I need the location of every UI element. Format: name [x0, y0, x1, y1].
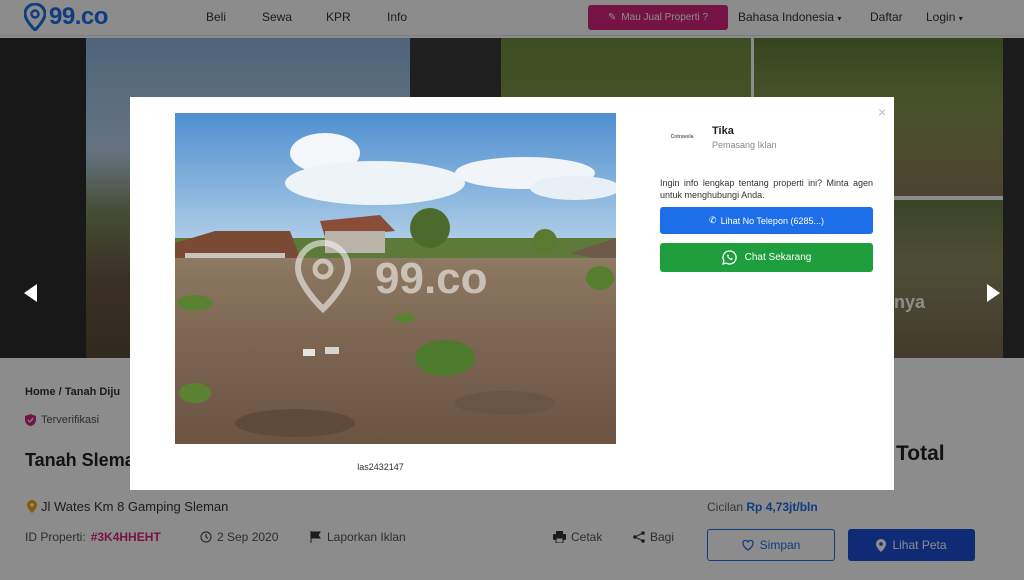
contact-message: Ingin info lengkap tentang properti ini?…: [660, 178, 873, 200]
view-phone-button[interactable]: ✆ Lihat No Telepon (6285...): [660, 207, 873, 234]
chat-now-button[interactable]: Chat Sekarang: [660, 243, 873, 272]
phone-icon: ✆: [709, 215, 717, 225]
view-phone-label: Lihat No Telepon (6285...): [720, 215, 824, 226]
watermark-text: 99.co: [375, 254, 488, 303]
agent-logo: Cotravela: [670, 134, 694, 140]
land-photo: 99.co: [175, 113, 616, 444]
modal-photo: 99.co: [175, 113, 616, 444]
next-photo-arrow-icon[interactable]: [987, 284, 1000, 302]
agent-name[interactable]: Tika: [712, 125, 734, 137]
close-icon[interactable]: ×: [878, 104, 886, 120]
image-caption: las2432147: [357, 462, 404, 472]
chat-now-label: Chat Sekarang: [744, 252, 812, 263]
whatsapp-icon: [721, 250, 737, 265]
previous-photo-arrow-icon[interactable]: [24, 284, 37, 302]
agent-role: Pemasang Iklan: [712, 140, 777, 150]
page: 99.co Beli Sewa KPR Info ✎ Mau Jual Prop…: [0, 0, 1024, 580]
